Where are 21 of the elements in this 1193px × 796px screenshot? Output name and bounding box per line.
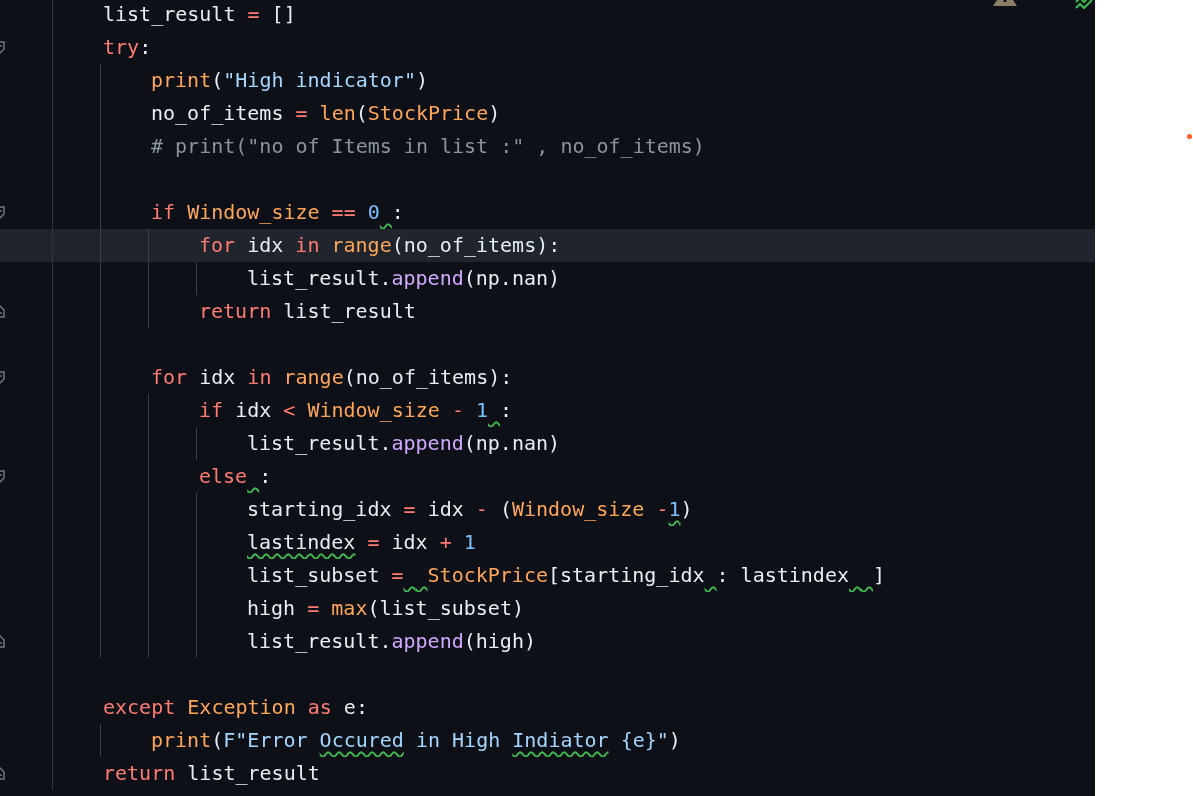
code-line: list_result = [] (103, 1, 296, 28)
code-line: return list_result (103, 760, 320, 787)
code-line: # print("no of Items in list :" , no_of_items) (151, 133, 705, 160)
code-line: starting_idx = idx - (Window_size -1) (247, 496, 693, 523)
code-line: if Window_size == 0 : (151, 199, 404, 226)
code-line: list_result.append(np.nan) (247, 265, 561, 292)
code-line: list_result.append(high) (247, 628, 536, 655)
code-line: high = max(list_subset) (247, 595, 524, 622)
code-line: for idx in range(no_of_items): (151, 364, 513, 391)
code-line: return list_result (199, 298, 416, 325)
code-line: except Exception as e: (103, 694, 368, 721)
code-line: list_result.append(np.nan) (247, 430, 561, 457)
code-line: for idx in range(no_of_items): (199, 232, 561, 259)
code-line: print("High indicator") (151, 67, 428, 94)
code-line: lastindex = idx + 1 (247, 529, 476, 556)
code-line: print(F"Error Occured in High Indiator {e}") (151, 727, 681, 754)
code-line: no_of_items = len(StockPrice) (151, 100, 501, 127)
code-line: if idx < Window_size - 1 : (199, 397, 513, 424)
code-line: try: (103, 34, 152, 61)
code-line: list_subset = StockPrice[starting_idx : lastindex ] (247, 562, 885, 589)
code-line: else : (199, 463, 272, 490)
